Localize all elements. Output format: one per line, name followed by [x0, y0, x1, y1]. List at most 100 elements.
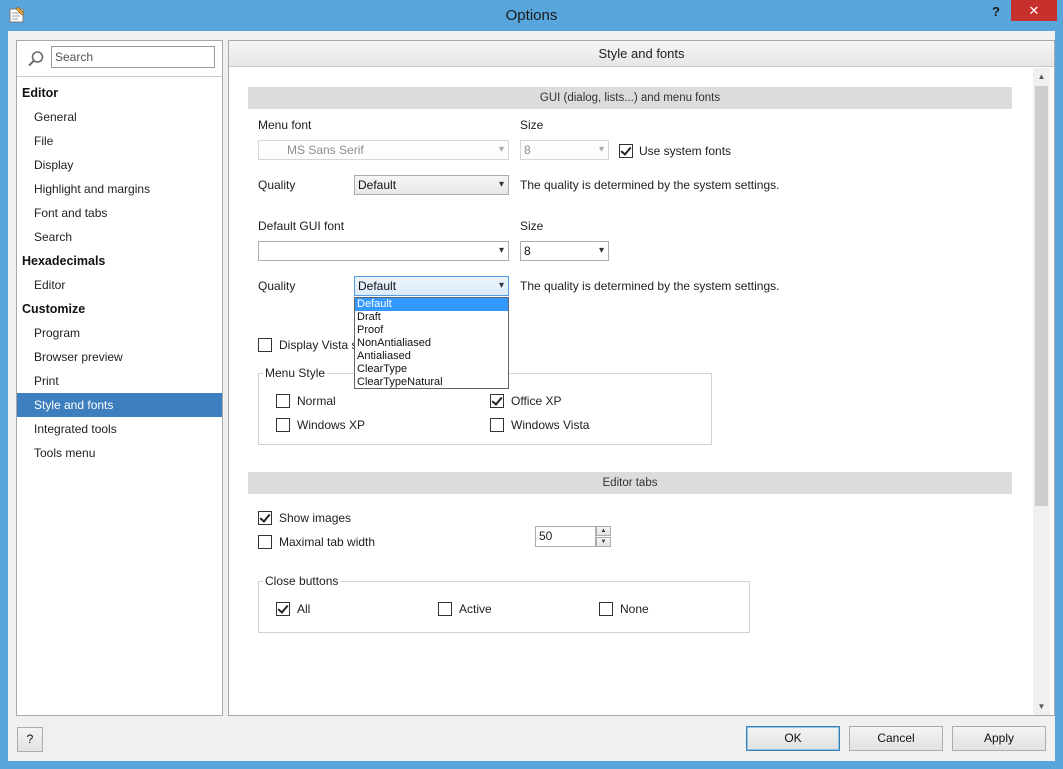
- nav-item-highlight-and-margins[interactable]: Highlight and margins: [17, 177, 222, 201]
- quality-option-antialiased[interactable]: Antialiased: [355, 350, 508, 363]
- nav-item-font-and-tabs[interactable]: Font and tabs: [17, 201, 222, 225]
- gui-fonts-section-header: GUI (dialog, lists...) and menu fonts: [248, 87, 1012, 109]
- quality1-label: Quality: [258, 178, 296, 192]
- nav-header-editor[interactable]: Editor: [17, 81, 222, 105]
- menu-style-windows-xp-checkbox[interactable]: [276, 418, 290, 432]
- menu-size-select[interactable]: 8 ▾: [520, 140, 609, 160]
- nav-item-program[interactable]: Program: [17, 321, 222, 345]
- max-tab-width-label: Maximal tab width: [279, 535, 376, 549]
- menu-style-windows-vista-label: Windows Vista: [511, 418, 590, 432]
- ok-button[interactable]: OK: [746, 726, 840, 751]
- gui-size-label: Size: [520, 219, 544, 233]
- menu-font-value: MS Sans Serif: [287, 143, 364, 157]
- close-none-label: None: [620, 602, 649, 616]
- title-help-button[interactable]: ?: [985, 2, 1007, 22]
- quality2-value: Default: [358, 279, 397, 293]
- settings-panel: Style and fonts ▲ ▼ GUI (dialog, lists..…: [228, 40, 1055, 716]
- menu-style-normal-label: Normal: [297, 394, 336, 408]
- nav-item-tools-menu[interactable]: Tools menu: [17, 441, 222, 465]
- quality1-select[interactable]: Default ▾: [354, 175, 509, 195]
- panel-title: Style and fonts: [229, 41, 1054, 67]
- spin-up-icon[interactable]: ▲: [596, 526, 611, 536]
- nav-item-print[interactable]: Print: [17, 369, 222, 393]
- menu-style-normal-checkbox[interactable]: [276, 394, 290, 408]
- quality2-select[interactable]: Default ▾: [354, 276, 509, 296]
- nav-item-integrated-tools[interactable]: Integrated tools: [17, 417, 222, 441]
- menu-size-label: Size: [520, 118, 544, 132]
- close-active-checkbox[interactable]: [438, 602, 452, 616]
- menu-style-windows-vista-checkbox[interactable]: [490, 418, 504, 432]
- quality1-value: Default: [358, 178, 397, 192]
- close-buttons-title: Close buttons: [263, 574, 341, 588]
- spin-down-icon[interactable]: ▼: [596, 537, 611, 547]
- nav-search: [17, 41, 222, 77]
- window-title: Options: [505, 7, 558, 24]
- use-system-fonts-checkbox[interactable]: [619, 144, 633, 158]
- show-images-label: Show images: [279, 511, 352, 525]
- close-button[interactable]: ✕: [1011, 0, 1057, 21]
- apply-button[interactable]: Apply: [952, 726, 1046, 751]
- scroll-thumb[interactable]: [1035, 86, 1048, 506]
- close-none-checkbox[interactable]: [599, 602, 613, 616]
- nav-header-customize[interactable]: Customize: [17, 297, 222, 321]
- quality2-label: Quality: [258, 279, 296, 293]
- quality-option-cleartype[interactable]: ClearType: [355, 363, 508, 376]
- scroll-down-icon[interactable]: ▼: [1033, 698, 1050, 715]
- quality-option-nonantialiased[interactable]: NonAntialiased: [355, 337, 508, 350]
- menu-style-office-xp-label: Office XP: [511, 394, 562, 408]
- spinner-buttons: ▲ ▼: [596, 526, 611, 547]
- menu-size-value: 8: [524, 143, 531, 157]
- chevron-down-icon: ▾: [498, 179, 504, 190]
- quality-option-cleartypenatural[interactable]: ClearTypeNatural: [355, 376, 508, 389]
- max-tab-width-spinner[interactable]: 50 ▲ ▼: [535, 526, 611, 547]
- vertical-scrollbar[interactable]: ▲ ▼: [1033, 68, 1050, 715]
- menu-style-office-xp-checkbox[interactable]: [490, 394, 504, 408]
- quality-option-proof[interactable]: Proof: [355, 324, 508, 337]
- nav-item-file[interactable]: File: [17, 129, 222, 153]
- quality-option-draft[interactable]: Draft: [355, 311, 508, 324]
- default-gui-font-label: Default GUI font: [258, 219, 345, 233]
- menu-font-label: Menu font: [258, 118, 312, 132]
- gui-size-value: 8: [524, 244, 531, 258]
- help-button[interactable]: ?: [17, 727, 43, 752]
- close-all-checkbox[interactable]: [276, 602, 290, 616]
- title-bar[interactable]: Options ? ✕: [0, 0, 1063, 31]
- chevron-down-icon: ▾: [498, 245, 504, 256]
- menu-style-windows-xp-label: Windows XP: [297, 418, 366, 432]
- display-vista-checkbox[interactable]: [258, 338, 272, 352]
- nav-item-search[interactable]: Search: [17, 225, 222, 249]
- default-gui-font-select[interactable]: ▾: [258, 241, 509, 261]
- nav-header-hexadecimals[interactable]: Hexadecimals: [17, 249, 222, 273]
- nav-list: Editor General File Display Highlight an…: [17, 81, 222, 465]
- search-icon: [28, 51, 44, 67]
- menu-font-select[interactable]: MS Sans Serif ▾: [258, 140, 509, 160]
- chevron-down-icon: ▾: [598, 245, 604, 256]
- close-buttons-group: [258, 581, 750, 633]
- search-input[interactable]: [51, 46, 215, 68]
- close-all-label: All: [297, 602, 311, 616]
- show-images-checkbox[interactable]: [258, 511, 272, 525]
- nav-item-style-and-fonts[interactable]: Style and fonts: [17, 393, 222, 417]
- options-window: Options ? ✕ Editor General File Display …: [0, 0, 1063, 769]
- nav-item-display[interactable]: Display: [17, 153, 222, 177]
- gui-size-select[interactable]: 8 ▾: [520, 241, 609, 261]
- chevron-down-icon: ▾: [598, 144, 604, 155]
- quality2-dropdown-list[interactable]: Default Draft Proof NonAntialiased Antia…: [354, 297, 509, 389]
- quality-option-default[interactable]: Default: [355, 298, 508, 311]
- chevron-down-icon: ▾: [498, 280, 504, 291]
- options-nav: Editor General File Display Highlight an…: [16, 40, 223, 716]
- dialog-client: Editor General File Display Highlight an…: [8, 31, 1055, 761]
- chevron-down-icon: ▾: [498, 144, 504, 155]
- max-tab-width-input[interactable]: 50: [535, 526, 596, 547]
- quality2-note: The quality is determined by the system …: [520, 279, 780, 293]
- editor-tabs-section-header: Editor tabs: [248, 472, 1012, 494]
- use-system-fonts-label: Use system fonts: [639, 144, 732, 158]
- nav-item-hex-editor[interactable]: Editor: [17, 273, 222, 297]
- nav-item-general[interactable]: General: [17, 105, 222, 129]
- quality1-note: The quality is determined by the system …: [520, 178, 780, 192]
- scroll-up-icon[interactable]: ▲: [1033, 68, 1050, 85]
- max-tab-width-checkbox[interactable]: [258, 535, 272, 549]
- cancel-button[interactable]: Cancel: [849, 726, 943, 751]
- nav-item-browser-preview[interactable]: Browser preview: [17, 345, 222, 369]
- menu-style-title: Menu Style: [263, 366, 328, 380]
